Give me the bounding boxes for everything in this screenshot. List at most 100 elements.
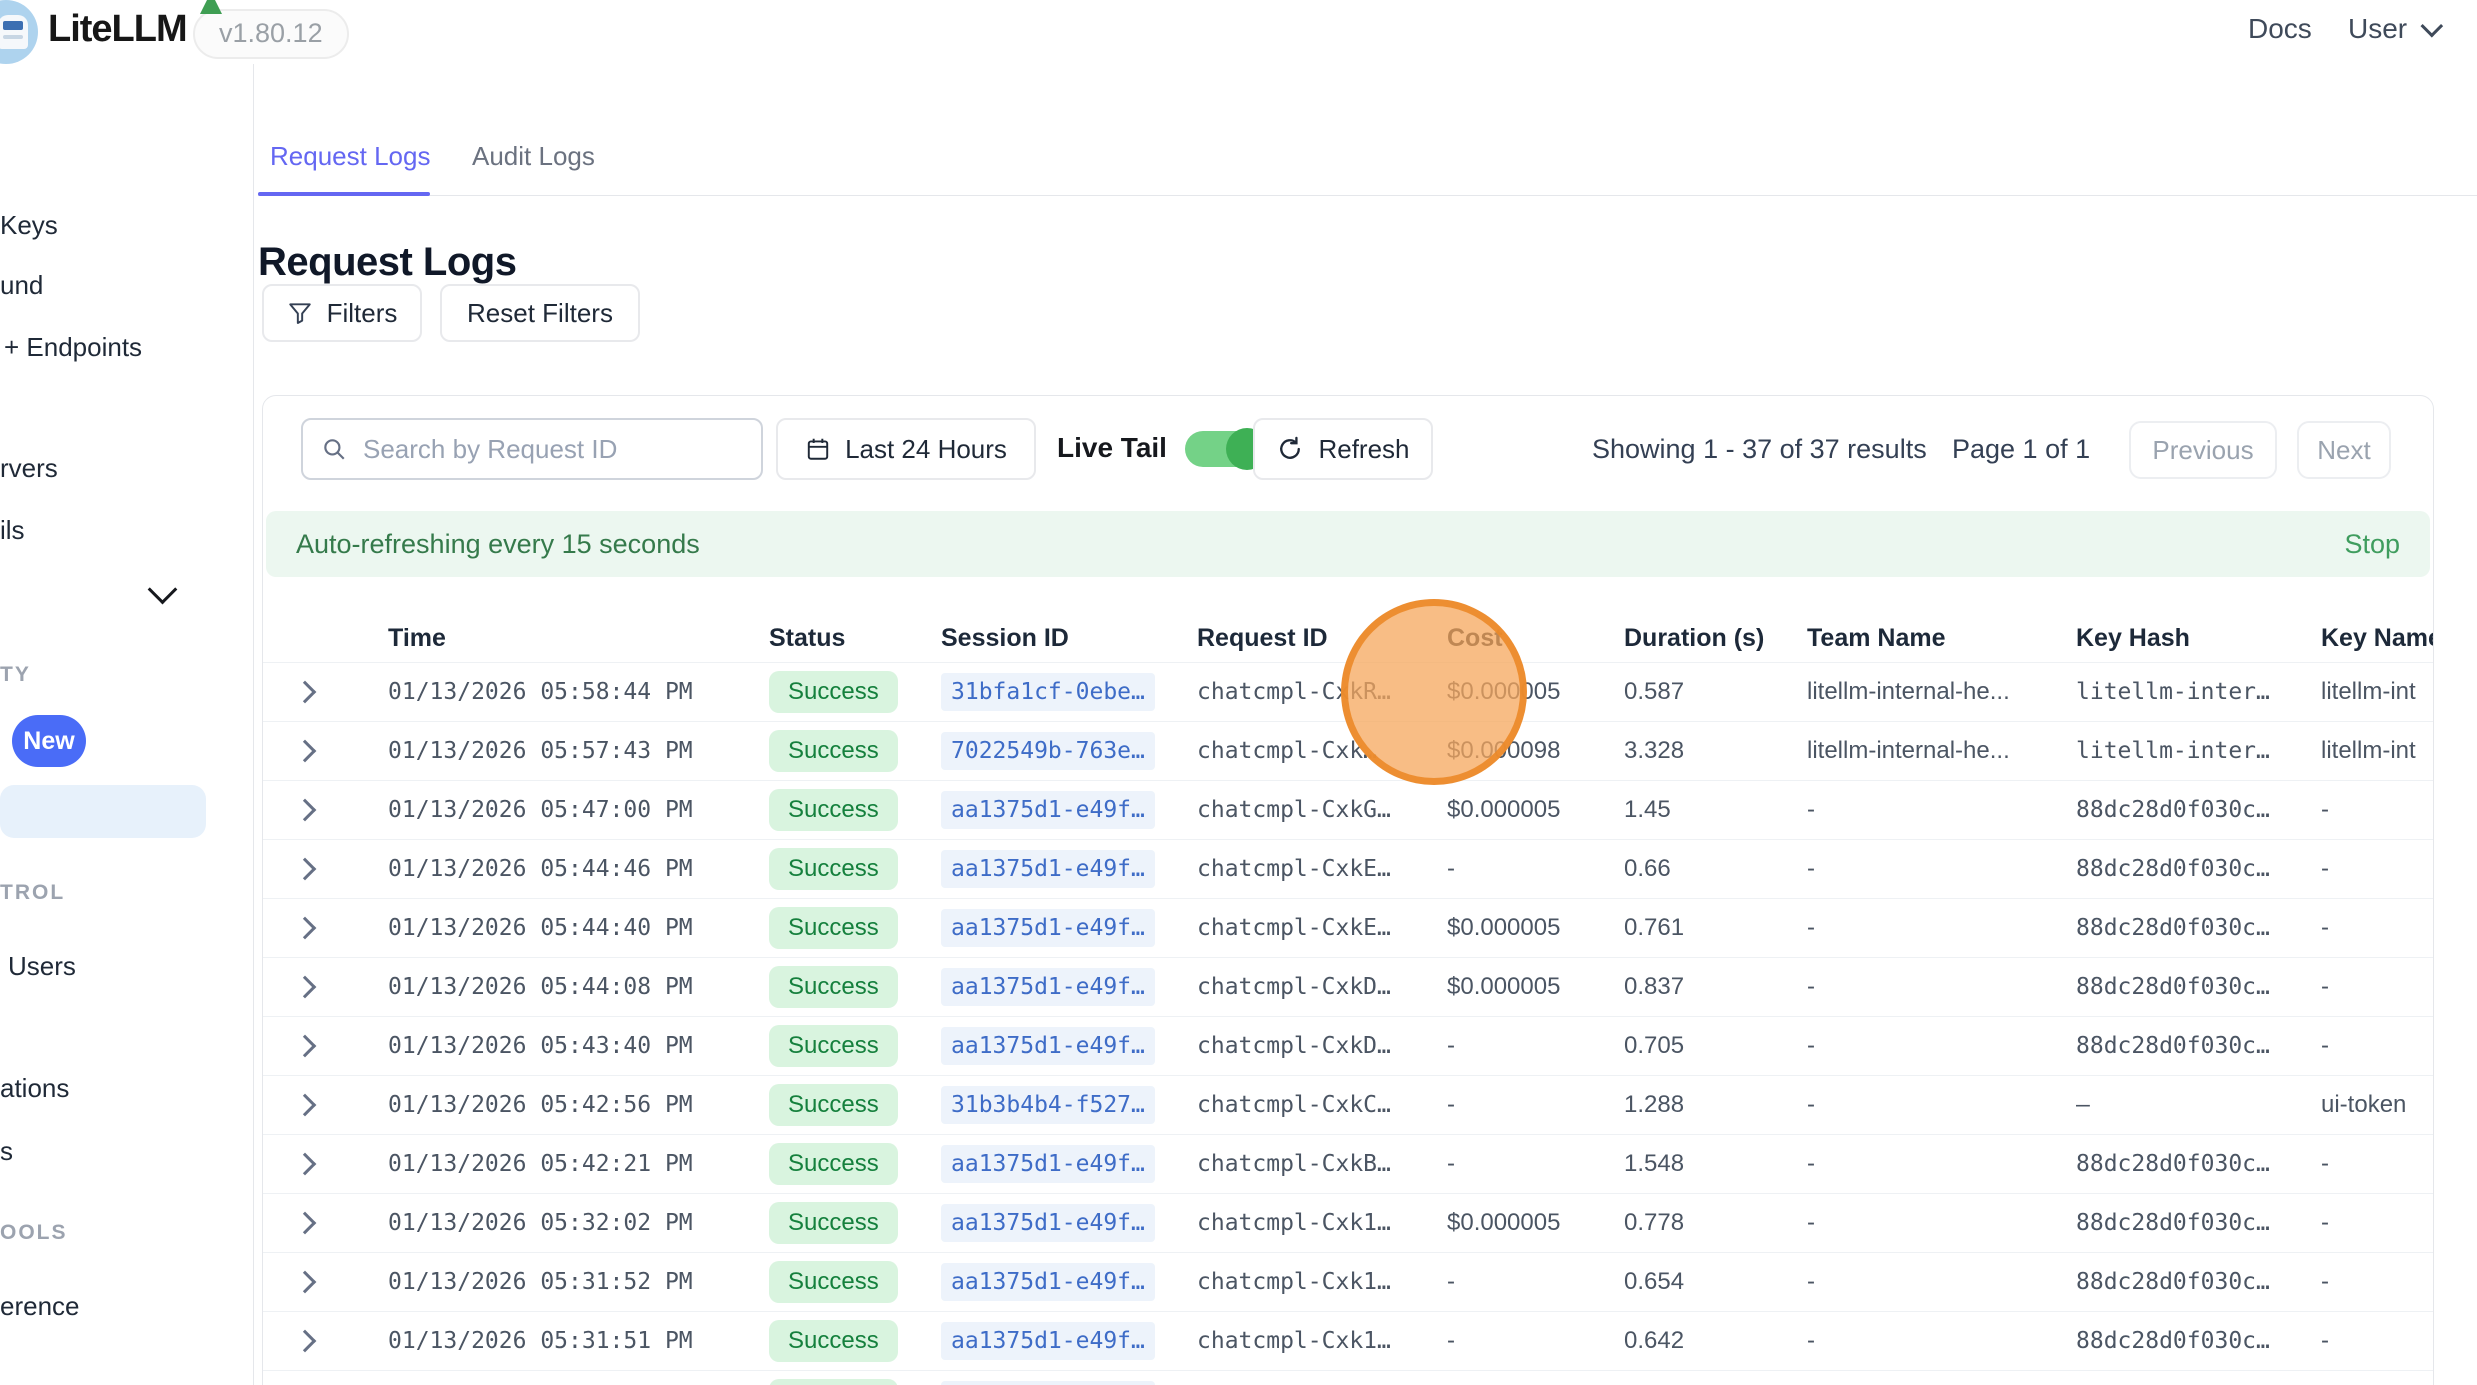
table-row: 01/13/2026 05:31:52 PM Success aa1375d1-… — [263, 1252, 2433, 1311]
refresh-label: Refresh — [1318, 434, 1409, 465]
session-id-cell[interactable]: aa1375d1-e49f… — [941, 1135, 1155, 1193]
stop-auto-refresh-button[interactable]: Stop — [2344, 529, 2400, 560]
session-id-link[interactable]: 7022549b-763e… — [941, 732, 1155, 770]
session-id-link[interactable]: 31b3b4b4-f527… — [941, 1086, 1155, 1124]
sidebar-item-guardrails[interactable]: ils — [0, 515, 25, 546]
session-id-cell[interactable]: aa1375d1-e49f… — [941, 899, 1155, 957]
session-id-cell[interactable]: aa1375d1-e49f… — [941, 1017, 1155, 1075]
new-badge: New — [12, 715, 86, 767]
sidebar-item-logs-active[interactable] — [0, 785, 206, 838]
duration-cell: 0.647 — [1624, 1371, 1684, 1385]
status-cell: Success — [769, 899, 898, 957]
expand-row-button[interactable] — [297, 1135, 327, 1193]
duration-cell: 0.587 — [1624, 663, 1684, 721]
status-cell: Success — [769, 1371, 898, 1385]
time-range-label: Last 24 Hours — [845, 434, 1007, 465]
status-cell: Success — [769, 1017, 898, 1075]
sidebar-item-playground[interactable]: und — [0, 270, 43, 301]
sidebar-item-endpoints[interactable]: + Endpoints — [4, 332, 142, 363]
sidebar-item-servers[interactable]: rvers — [0, 453, 58, 484]
search-input[interactable] — [361, 433, 743, 466]
status-badge: Success — [769, 1202, 898, 1244]
expand-row-button[interactable] — [297, 1017, 327, 1075]
time-cell: 01/13/2026 05:44:46 PM — [388, 840, 693, 898]
time-cell: 01/13/2026 05:31:52 PM — [388, 1253, 693, 1311]
team-name-cell: - — [1807, 840, 1815, 898]
status-badge: Success — [769, 1320, 898, 1362]
time-cell: 01/13/2026 05:42:56 PM — [388, 1076, 693, 1134]
expand-row-button[interactable] — [297, 781, 327, 839]
session-id-link[interactable]: 31bfa1cf-0ebe… — [941, 673, 1155, 711]
refresh-button[interactable]: Refresh — [1253, 418, 1433, 480]
sidebar-item-users[interactable]: Users — [8, 951, 76, 982]
session-id-link[interactable]: aa1375d1-e49f… — [941, 1322, 1155, 1360]
sidebar-section-access-control: TROL — [0, 881, 65, 905]
session-id-cell[interactable]: 31b3b4b4-f527… — [941, 1076, 1155, 1134]
session-id-link[interactable]: aa1375d1-e49f… — [941, 1204, 1155, 1242]
tab-request-logs[interactable]: Request Logs — [270, 141, 430, 172]
session-id-cell[interactable]: 31bfa1cf-0ebe… — [941, 663, 1155, 721]
key-name-cell: - — [2321, 1135, 2329, 1193]
request-id-cell: chatcmpl-CxkC… — [1197, 1076, 1391, 1134]
expand-row-button[interactable] — [297, 840, 327, 898]
next-page-button[interactable]: Next — [2297, 421, 2391, 479]
col-key-name: Key Name — [2321, 614, 2434, 662]
table-row: 01/13/2026 05:44:40 PM Success aa1375d1-… — [263, 898, 2433, 957]
session-id-link[interactable]: aa1375d1-e49f… — [941, 968, 1155, 1006]
session-id-link[interactable]: aa1375d1-e49f… — [941, 909, 1155, 947]
refresh-icon — [1276, 435, 1304, 463]
expand-row-button[interactable] — [297, 1371, 327, 1385]
time-range-button[interactable]: Last 24 Hours — [776, 418, 1036, 480]
expand-row-button[interactable] — [297, 1312, 327, 1370]
session-id-cell[interactable]: aa1375d1-e49f… — [941, 1312, 1155, 1370]
docs-link[interactable]: Docs — [2248, 13, 2312, 45]
sidebar-collapse-chevron-icon[interactable] — [148, 575, 178, 605]
time-cell: 01/13/2026 05:42:21 PM — [388, 1135, 693, 1193]
session-id-link[interactable]: aa1375d1-e49f… — [941, 791, 1155, 829]
time-cell: 01/13/2026 05:44:08 PM — [388, 958, 693, 1016]
expand-row-button[interactable] — [297, 1253, 327, 1311]
session-id-link[interactable]: aa1375d1-e49f… — [941, 850, 1155, 888]
session-id-cell[interactable]: aa1375d1-e49f… — [941, 840, 1155, 898]
session-id-link[interactable]: aa1375d1-e49f… — [941, 1381, 1155, 1385]
previous-page-button[interactable]: Previous — [2129, 421, 2277, 479]
session-id-link[interactable]: aa1375d1-e49f… — [941, 1027, 1155, 1065]
duration-cell: 0.66 — [1624, 840, 1671, 898]
user-menu[interactable]: User — [2348, 13, 2437, 45]
search-box[interactable] — [301, 418, 763, 480]
sidebar-item-teams[interactable]: s — [0, 1136, 13, 1167]
chevron-right-icon — [294, 1094, 317, 1117]
sidebar-section-tools: OOLS — [0, 1221, 68, 1245]
status-cell: Success — [769, 781, 898, 839]
expand-row-button[interactable] — [297, 1076, 327, 1134]
sidebar-item-keys[interactable]: Keys — [0, 210, 58, 241]
time-cell: 01/13/2026 05:47:00 PM — [388, 781, 693, 839]
session-id-cell[interactable]: aa1375d1-e49f… — [941, 958, 1155, 1016]
col-duration: Duration (s) — [1624, 614, 1764, 662]
reset-filters-button[interactable]: Reset Filters — [440, 284, 640, 342]
table-row: 01/13/2026 05:42:21 PM Success aa1375d1-… — [263, 1134, 2433, 1193]
duration-cell: 1.548 — [1624, 1135, 1684, 1193]
filters-button[interactable]: Filters — [262, 284, 422, 342]
cost-cell: $0.000005 — [1447, 781, 1560, 839]
expand-row-button[interactable] — [297, 958, 327, 1016]
expand-row-button[interactable] — [297, 722, 327, 780]
cost-cell: $0.000005 — [1447, 1194, 1560, 1252]
session-id-link[interactable]: aa1375d1-e49f… — [941, 1263, 1155, 1301]
session-id-cell[interactable]: aa1375d1-e49f… — [941, 1371, 1155, 1385]
expand-row-button[interactable] — [297, 663, 327, 721]
sidebar-item-reference[interactable]: erence — [0, 1291, 80, 1322]
session-id-cell[interactable]: aa1375d1-e49f… — [941, 1194, 1155, 1252]
tab-audit-logs[interactable]: Audit Logs — [472, 141, 595, 172]
session-id-cell[interactable]: aa1375d1-e49f… — [941, 1253, 1155, 1311]
expand-row-button[interactable] — [297, 1194, 327, 1252]
key-hash-cell: – — [2076, 1076, 2090, 1134]
sidebar-item-organizations[interactable]: ations — [0, 1073, 69, 1104]
table-row: 01/13/2026 05:31:38 PM Success aa1375d1-… — [263, 1370, 2433, 1385]
chevron-right-icon — [294, 1330, 317, 1353]
session-id-cell[interactable]: 7022549b-763e… — [941, 722, 1155, 780]
version-badge: v1.80.12 — [193, 9, 349, 59]
session-id-cell[interactable]: aa1375d1-e49f… — [941, 781, 1155, 839]
expand-row-button[interactable] — [297, 899, 327, 957]
session-id-link[interactable]: aa1375d1-e49f… — [941, 1145, 1155, 1183]
